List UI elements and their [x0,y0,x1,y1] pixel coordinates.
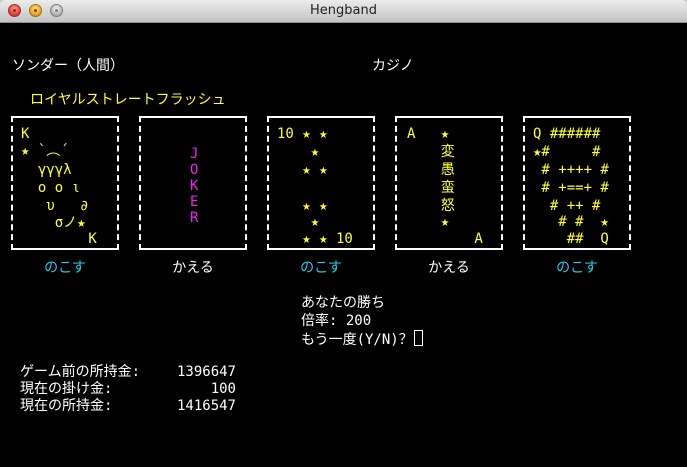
card-line: Q ###### [533,126,601,142]
card-line: 変 [407,144,455,160]
money-value: 100 [210,381,236,397]
card-line: # +==+ # [533,180,609,196]
card-5-choice[interactable]: のこす [523,260,631,276]
card-1-choice[interactable]: のこす [11,260,119,276]
card-2[interactable]: J O K E R [139,116,247,250]
money-label: 現在の所持金: [20,398,113,414]
card-line: υ ∂ [21,198,89,214]
money-label: ゲーム前の所持金: [20,364,141,380]
card-1[interactable]: K ★ `︵´ γγγλ ο ο ι υ ∂ σノ★ K [11,116,119,250]
card-4-choice[interactable]: かえる [395,260,503,276]
card-line: ★ [407,214,450,230]
card-line: ★ `︵´ [21,143,69,159]
card-line: # ++ # [533,198,601,214]
hand-name: ロイヤルストレートフラッシュ [30,92,226,108]
money-value: 1416547 [176,398,236,414]
card-line: ★ [277,144,320,160]
card-line: ★ ★ [277,198,328,214]
card-line: ★ ★ 10 [277,231,353,247]
window-title: Hengband [310,3,377,18]
money-label: 現在の掛け金: [20,381,113,397]
card-line: 愚 [407,162,455,178]
card-line: R [190,210,199,226]
card-line: ο ο ι [21,180,81,196]
card-5[interactable]: Q ###### ★# # # ++++ # # +==+ # # ++ # #… [523,116,631,250]
card-line: E [190,194,199,210]
money-value: 1396647 [176,364,236,380]
player-name: ソンダー（人間） [12,58,124,74]
title-bar[interactable]: Hengband [0,0,687,23]
card-line: ★ [277,214,320,230]
result-message: あなたの勝ち [301,295,385,311]
card-line: 怒 [407,198,455,214]
card-3-choice[interactable]: のこす [267,260,375,276]
card-line: ★# # [533,144,601,160]
card-line: σノ★ [21,215,86,231]
card-line: A ★ [407,126,450,142]
card-line: 蛮 [407,180,455,196]
card-line: # # ★ [533,214,609,230]
replay-prompt: もう一度(Y/N)？ [301,332,413,348]
card-line: γγγλ [21,162,72,178]
card-line: K [190,178,199,194]
card-line: K [21,231,97,247]
card-line: ★ ★ [277,162,328,178]
card-line: # ++++ # [533,162,609,178]
result-multiplier: 倍率: 200 [301,313,372,329]
card-line: 10 ★ ★ [277,126,328,142]
card-line: O [190,162,199,178]
replay-prompt-line[interactable]: もう一度(Y/N)？ [301,330,423,348]
card-4[interactable]: A ★ 変 愚 蛮 怒 ★ A [395,116,503,250]
card-3[interactable]: 10 ★ ★ ★ ★ ★ ★ ★ ★ ★ ★ 10 [267,116,375,250]
text-cursor [413,330,423,346]
card-2-choice[interactable]: かえる [139,260,247,276]
game-screen[interactable]: ソンダー（人間） カジノ ロイヤルストレートフラッシュ K ★ `︵´ γγγλ… [0,23,687,467]
card-line: A [407,231,483,247]
app-window: Hengband ソンダー（人間） カジノ ロイヤルストレートフラッシュ K ★… [0,0,687,467]
card-line: K [21,126,30,142]
card-line: J [190,146,199,162]
location-name: カジノ [372,58,414,74]
card-line: ## Q [533,231,609,247]
